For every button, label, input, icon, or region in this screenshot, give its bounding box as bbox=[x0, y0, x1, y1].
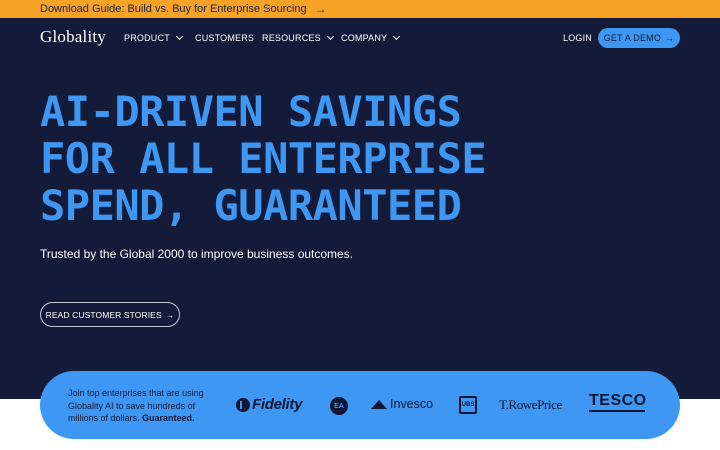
get-a-demo-button[interactable]: GET A DEMO → bbox=[598, 28, 680, 48]
announcement-banner[interactable]: Download Guide: Build vs. Buy for Enterp… bbox=[0, 0, 720, 18]
invesco-mountain-icon bbox=[371, 399, 387, 409]
invesco-wordmark: Invesco bbox=[390, 397, 434, 411]
hero-headline: AI-DRIVEN SAVINGS FOR ALL ENTERPRISE SPE… bbox=[40, 88, 560, 229]
read-customer-stories-button[interactable]: READ CUSTOMER STORIES → bbox=[40, 302, 180, 327]
fidelity-wordmark: Fidelity bbox=[252, 396, 303, 413]
nav-item-customers[interactable]: CUSTOMERS bbox=[195, 31, 254, 45]
chevron-down-icon bbox=[326, 32, 334, 41]
chevron-down-icon bbox=[393, 32, 401, 41]
ea-logo: EA bbox=[330, 397, 348, 415]
tesco-underline bbox=[589, 410, 645, 412]
hero-subtitle: Trusted by the Global 2000 to improve bu… bbox=[40, 247, 354, 261]
chevron-down-icon bbox=[175, 32, 183, 41]
fidelity-mark-icon bbox=[236, 397, 250, 412]
customer-logo-band: Join top enterprises that are using Glob… bbox=[40, 371, 680, 439]
logo-band-text: Join top enterprises that are using Glob… bbox=[68, 387, 218, 425]
nav-item-label: COMPANY bbox=[341, 33, 388, 43]
tesco-wordmark: TESCO bbox=[589, 392, 647, 409]
nav-item-label: CUSTOMERS bbox=[195, 33, 255, 43]
banner-text[interactable]: Download Guide: Build vs. Buy for Enterp… bbox=[40, 0, 307, 18]
arrow-right-icon: → bbox=[665, 33, 675, 43]
fidelity-logo: Fidelity bbox=[236, 396, 302, 413]
demo-button-label: GET A DEMO bbox=[603, 33, 662, 43]
headline-line: FOR ALL ENTERPRISE bbox=[40, 134, 487, 183]
nav-item-label: RESOURCES bbox=[262, 33, 321, 43]
logo-band-emphasis: Guaranteed. bbox=[142, 413, 195, 423]
headline-line: AI-DRIVEN SAVINGS bbox=[40, 87, 462, 136]
arrow-right-icon: → bbox=[314, 2, 327, 16]
invesco-logo: Invesco bbox=[371, 397, 433, 411]
headline-line: SPEND, GUARANTEED bbox=[40, 181, 462, 230]
stories-button-label: READ CUSTOMER STORIES bbox=[45, 309, 162, 320]
nav-item-resources[interactable]: RESOURCES bbox=[262, 31, 334, 45]
login-link[interactable]: LOGIN bbox=[563, 31, 592, 45]
arrow-right-icon: → bbox=[165, 309, 175, 320]
tesco-logo: TESCO bbox=[589, 393, 647, 412]
ubs-logo: UBS bbox=[459, 396, 477, 414]
nav-item-company[interactable]: COMPANY bbox=[341, 31, 401, 45]
trowe-price-logo: T.RowePrice bbox=[499, 397, 562, 412]
nav-item-label: PRODUCT bbox=[124, 33, 170, 43]
nav-item-product[interactable]: PRODUCT bbox=[124, 31, 183, 45]
globality-logo[interactable]: Globality bbox=[40, 27, 106, 47]
